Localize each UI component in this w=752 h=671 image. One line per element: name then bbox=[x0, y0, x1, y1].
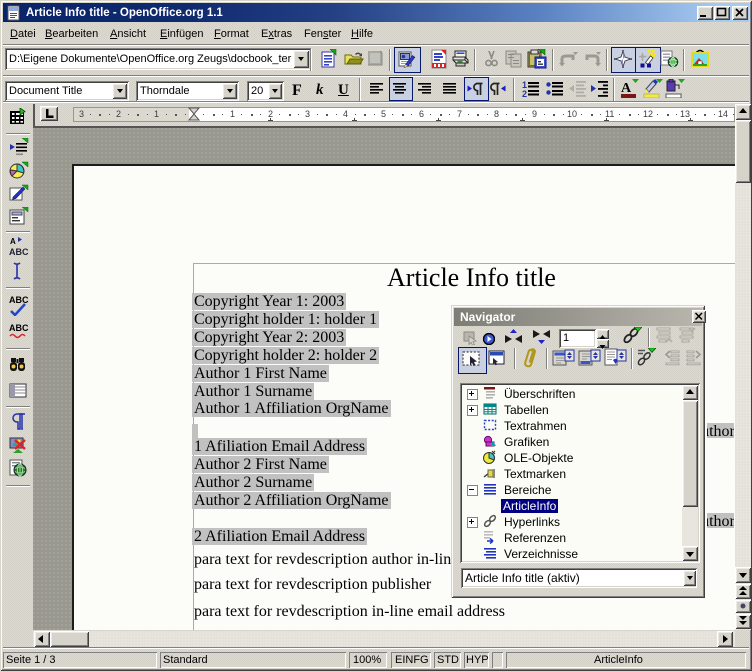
svg-text:ABC: ABC bbox=[9, 295, 29, 305]
svg-text:A: A bbox=[621, 81, 632, 96]
svg-text:2: 2 bbox=[522, 89, 527, 97]
svg-text:A: A bbox=[10, 237, 16, 246]
svg-text:ABC: ABC bbox=[9, 323, 29, 333]
svg-text:ABC: ABC bbox=[9, 247, 29, 257]
